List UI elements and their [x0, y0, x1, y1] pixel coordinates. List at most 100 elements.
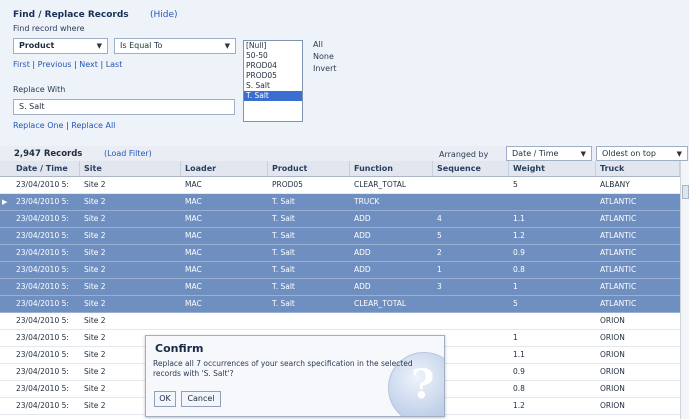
ok-button[interactable]: OK — [154, 391, 176, 407]
table-cell[interactable]: MAC — [181, 245, 268, 261]
table-cell[interactable]: 23/04/2010 5: — [12, 177, 80, 193]
column-header[interactable]: Site — [80, 161, 181, 176]
table-cell[interactable]: Site 2 — [80, 245, 181, 261]
scrollbar-thumb[interactable] — [682, 185, 689, 199]
table-cell[interactable]: TRUCK — [350, 194, 433, 210]
table-cell[interactable]: ADD — [350, 279, 433, 295]
table-row[interactable]: 23/04/2010 5: Site 2 MAC T. Salt ADD 5 1.2 ATLA… — [0, 228, 680, 245]
column-header[interactable]: Function — [350, 161, 433, 176]
table-cell[interactable]: ADD — [350, 211, 433, 227]
table-cell[interactable]: 0.9 — [509, 364, 596, 380]
table-cell[interactable]: 23/04/2010 5: — [12, 211, 80, 227]
column-header[interactable]: Sequence — [433, 161, 509, 176]
table-cell[interactable]: MAC — [181, 296, 268, 312]
table-cell[interactable]: 23/04/2010 5: — [12, 347, 80, 363]
table-cell[interactable]: T. Salt — [268, 262, 350, 278]
column-header[interactable]: Truck — [596, 161, 680, 176]
table-cell[interactable]: ATLANTIC — [596, 194, 680, 210]
select-none-link[interactable]: None — [313, 52, 334, 61]
table-cell[interactable]: MAC — [181, 228, 268, 244]
operator-select[interactable]: Is Equal To ▼ — [114, 38, 236, 54]
table-cell[interactable]: ORION — [596, 364, 680, 380]
table-cell[interactable]: T. Salt — [268, 194, 350, 210]
table-cell[interactable]: T. Salt — [268, 296, 350, 312]
table-cell[interactable]: 1.2 — [509, 398, 596, 414]
listbox-option[interactable]: [Null] — [244, 41, 302, 51]
table-cell[interactable]: Site 2 — [80, 177, 181, 193]
table-cell[interactable]: T. Salt — [268, 279, 350, 295]
replace-input[interactable]: S. Salt — [13, 99, 235, 115]
table-cell[interactable]: ORION — [596, 330, 680, 346]
table-cell[interactable] — [350, 313, 433, 329]
table-row[interactable]: 23/04/2010 5: Site 2 MAC T. Salt ADD 3 1 ATLANT… — [0, 279, 680, 296]
table-cell[interactable]: 23/04/2010 5: — [12, 245, 80, 261]
table-cell[interactable]: ORION — [596, 381, 680, 397]
table-cell[interactable]: ATLANTIC — [596, 211, 680, 227]
select-all-link[interactable]: All — [313, 40, 323, 49]
table-cell[interactable]: Site 2 — [80, 313, 181, 329]
table-cell[interactable]: 23/04/2010 5: — [12, 398, 80, 414]
table-cell[interactable]: 1 — [509, 279, 596, 295]
table-cell[interactable]: ADD — [350, 262, 433, 278]
table-cell[interactable]: Site 2 — [80, 211, 181, 227]
table-cell[interactable]: T. Salt — [268, 245, 350, 261]
table-row[interactable]: 23/04/2010 5: Site 2 MAC PROD05 CLEAR_TOTAL 5… — [0, 177, 680, 194]
table-cell[interactable]: ALBANY — [596, 177, 680, 193]
table-cell[interactable] — [509, 313, 596, 329]
table-cell[interactable]: MAC — [181, 177, 268, 193]
table-cell[interactable]: 23/04/2010 5: — [12, 296, 80, 312]
table-cell[interactable]: MAC — [181, 194, 268, 210]
table-cell[interactable]: 23/04/2010 5: — [12, 364, 80, 380]
table-cell[interactable]: 3 — [433, 279, 509, 295]
order-select[interactable]: Oldest on top ▼ — [596, 146, 688, 161]
table-row[interactable]: 23/04/2010 5: Site 2 ORION — [0, 313, 680, 330]
table-cell[interactable]: 23/04/2010 5: — [12, 228, 80, 244]
table-cell[interactable]: T. Salt — [268, 211, 350, 227]
load-filter-link[interactable]: (Load Filter) — [104, 149, 152, 158]
table-cell[interactable] — [509, 194, 596, 210]
arranged-by-select[interactable]: Date / Time ▼ — [506, 146, 592, 161]
previous-link[interactable]: Previous — [38, 60, 72, 69]
table-cell[interactable]: T. Salt — [268, 228, 350, 244]
table-cell[interactable]: 1.1 — [509, 347, 596, 363]
table-cell[interactable]: ATLANTIC — [596, 296, 680, 312]
table-cell[interactable] — [268, 313, 350, 329]
table-cell[interactable]: ORION — [596, 347, 680, 363]
table-cell[interactable]: ADD — [350, 245, 433, 261]
table-cell[interactable]: 1.1 — [509, 211, 596, 227]
column-header[interactable]: Loader — [181, 161, 268, 176]
cancel-button[interactable]: Cancel — [181, 391, 221, 407]
table-cell[interactable]: 2 — [433, 245, 509, 261]
table-cell[interactable]: 5 — [433, 228, 509, 244]
table-cell[interactable]: ADD — [350, 228, 433, 244]
table-cell[interactable]: 5 — [509, 296, 596, 312]
table-cell[interactable]: ATLANTIC — [596, 228, 680, 244]
table-cell[interactable]: ATLANTIC — [596, 262, 680, 278]
values-listbox[interactable]: [Null] 50-50 PROD04 PROD05 S. Salt T. Salt — [243, 40, 303, 122]
table-cell[interactable]: 23/04/2010 5: — [12, 330, 80, 346]
table-cell[interactable]: PROD05 — [268, 177, 350, 193]
listbox-option[interactable]: PROD04 — [244, 61, 302, 71]
table-cell[interactable]: MAC — [181, 211, 268, 227]
table-cell[interactable]: CLEAR_TOTAL — [350, 296, 433, 312]
column-header[interactable]: Weight — [509, 161, 596, 176]
table-cell[interactable]: 5 — [509, 177, 596, 193]
column-header[interactable]: Date / Time — [12, 161, 80, 176]
listbox-option[interactable]: PROD05 — [244, 71, 302, 81]
table-cell[interactable]: 23/04/2010 5: — [12, 381, 80, 397]
hide-link[interactable]: (Hide) — [150, 10, 178, 20]
table-cell[interactable]: MAC — [181, 262, 268, 278]
table-cell[interactable] — [433, 177, 509, 193]
invert-link[interactable]: Invert — [313, 64, 337, 73]
listbox-option[interactable]: 50-50 — [244, 51, 302, 61]
field-select[interactable]: Product ▼ — [13, 38, 108, 54]
table-cell[interactable]: 23/04/2010 5: — [12, 279, 80, 295]
vertical-scrollbar[interactable] — [680, 161, 689, 419]
table-row[interactable]: 23/04/2010 5: Site 2 MAC T. Salt ADD 2 0.9 ATLA… — [0, 245, 680, 262]
table-cell[interactable]: 0.9 — [509, 245, 596, 261]
first-link[interactable]: First — [13, 60, 30, 69]
table-cell[interactable]: 23/04/2010 5: — [12, 262, 80, 278]
next-link[interactable]: Next — [79, 60, 98, 69]
table-cell[interactable]: ORION — [596, 313, 680, 329]
listbox-option[interactable]: S. Salt — [244, 81, 302, 91]
